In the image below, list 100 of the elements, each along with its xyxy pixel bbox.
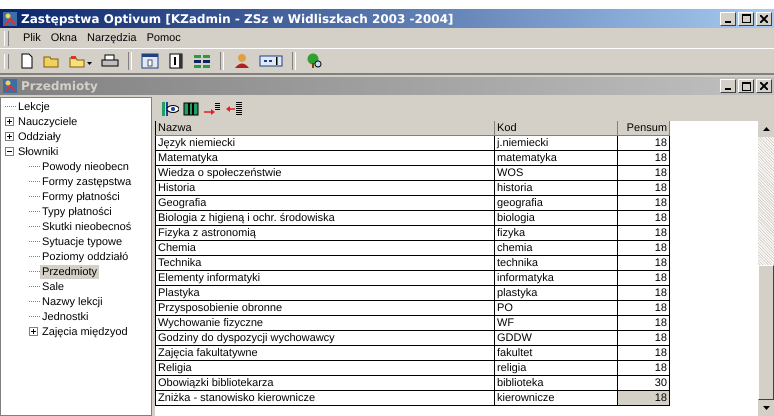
folder-caret-icon bbox=[69, 53, 93, 69]
table-cell: fizyka bbox=[495, 226, 618, 241]
menu-item[interactable]: Okna bbox=[50, 32, 78, 44]
window-title: Zastępstwa Optivum [KZadmin - ZSz w Widliszkach 2003 -2004] bbox=[21, 12, 454, 26]
table-cell: technika bbox=[495, 256, 618, 271]
table-cell: Elementy informatyki bbox=[155, 271, 495, 286]
table-cell: 18 bbox=[618, 316, 670, 331]
close-icon bbox=[760, 14, 768, 22]
table-cell: Godziny do dyspozycji wychowawcy bbox=[155, 331, 495, 346]
table-cell: kierownicze bbox=[495, 391, 618, 406]
table-cell: biblioteka bbox=[495, 376, 618, 391]
app-icon bbox=[2, 10, 18, 26]
table-cell: 18 bbox=[618, 391, 670, 406]
table-cell: 18 bbox=[618, 346, 670, 361]
table-cell: fakultet bbox=[495, 346, 618, 361]
table-cell: plastyka bbox=[495, 286, 618, 301]
table-cell: 18 bbox=[618, 286, 670, 301]
minimize-icon bbox=[725, 20, 731, 22]
table-cell: Przysposobienie obronne bbox=[155, 301, 495, 316]
tree-item[interactable]: Sytuacje typowe bbox=[40, 234, 124, 248]
table-cell: GDDW bbox=[495, 331, 618, 346]
table-cell: Matematyka bbox=[155, 151, 495, 166]
close-button[interactable] bbox=[756, 12, 772, 26]
text-field-icon bbox=[259, 53, 283, 69]
table-cell: Wychowanie fizyczne bbox=[155, 316, 495, 331]
table-cell: Geografia bbox=[155, 196, 495, 211]
tree-item[interactable]: Nazwy lekcji bbox=[40, 294, 105, 308]
tree-item[interactable]: Powody nieobecn bbox=[40, 160, 131, 174]
column-header[interactable]: Kod bbox=[495, 121, 618, 136]
tree-item[interactable]: Zajęcia międzyod bbox=[40, 324, 130, 338]
table-cell: biologia bbox=[495, 211, 618, 226]
table-cell: Historia bbox=[155, 181, 495, 196]
table-cell: PO bbox=[495, 301, 618, 316]
minimize-button[interactable] bbox=[720, 79, 736, 93]
page-icon bbox=[167, 53, 185, 69]
table-cell: Zniżka - stanowisko kierownicze bbox=[155, 391, 495, 406]
tree-item[interactable]: Formy płatności bbox=[40, 190, 122, 204]
move-right-icon[interactable] bbox=[203, 101, 221, 117]
tree-item[interactable]: Typy płatności bbox=[40, 204, 114, 218]
column-header[interactable]: Nazwa bbox=[155, 121, 495, 136]
table-cell: 18 bbox=[618, 331, 670, 346]
expander-icon[interactable] bbox=[5, 117, 16, 126]
expander-icon[interactable] bbox=[5, 132, 16, 141]
grid-view-button[interactable] bbox=[191, 52, 213, 70]
maximize-button[interactable] bbox=[738, 79, 754, 93]
table-cell: Religia bbox=[155, 361, 495, 376]
tree-item[interactable]: Słowniki bbox=[16, 144, 60, 158]
table-cell: 18 bbox=[618, 181, 670, 196]
maximize-icon bbox=[742, 14, 750, 23]
table-cell: matematyka bbox=[495, 151, 618, 166]
tree-item[interactable]: Nauczyciele bbox=[16, 114, 80, 128]
tree-item[interactable]: Jednostki bbox=[40, 310, 90, 324]
table-cell: 18 bbox=[618, 241, 670, 256]
table-cell: historia bbox=[495, 181, 618, 196]
tree-item[interactable]: Oddziały bbox=[16, 130, 63, 144]
table-cell: chemia bbox=[495, 241, 618, 256]
table-cell: j.niemiecki bbox=[495, 136, 618, 151]
columns-icon[interactable] bbox=[183, 101, 199, 117]
person-icon bbox=[233, 53, 251, 69]
maximize-button[interactable] bbox=[738, 12, 754, 26]
table-cell: 18 bbox=[618, 211, 670, 226]
table-cell: Chemia bbox=[155, 241, 495, 256]
child-window-title: Przedmioty bbox=[21, 79, 98, 93]
menu-item[interactable]: Plik bbox=[23, 32, 41, 44]
table-cell: Zajęcia fakultatywne bbox=[155, 346, 495, 361]
tree-item[interactable]: Skutki nieobecnoś bbox=[40, 220, 134, 234]
table-cell: 18 bbox=[618, 136, 670, 151]
minimize-button[interactable] bbox=[720, 12, 736, 26]
close-icon bbox=[760, 82, 768, 90]
window-view-button[interactable] bbox=[139, 52, 161, 70]
tree-item[interactable]: Lekcje bbox=[16, 100, 52, 114]
table-cell: Plastyka bbox=[155, 286, 495, 301]
table-cell: WOS bbox=[495, 166, 618, 181]
document-icon bbox=[19, 53, 35, 69]
close-button[interactable] bbox=[756, 79, 772, 93]
maximize-icon bbox=[742, 82, 750, 90]
expander-icon[interactable] bbox=[29, 327, 40, 336]
table-cell: geografia bbox=[495, 196, 618, 211]
tree-item[interactable]: Poziomy oddziałó bbox=[40, 250, 130, 264]
move-left-icon[interactable] bbox=[225, 101, 243, 117]
table-cell: Język niemiecki bbox=[155, 136, 495, 151]
up-arrow-icon[interactable] bbox=[762, 127, 770, 131]
table-cell: 18 bbox=[618, 226, 670, 241]
table-cell: 18 bbox=[618, 151, 670, 166]
expander-icon[interactable] bbox=[5, 147, 16, 156]
printer-icon bbox=[101, 53, 119, 69]
window-icon bbox=[141, 53, 159, 69]
column-header[interactable]: Pensum bbox=[618, 121, 670, 136]
vertical-scrollbar[interactable] bbox=[758, 121, 774, 416]
down-arrow-icon[interactable] bbox=[762, 406, 770, 410]
table-cell: 18 bbox=[618, 196, 670, 211]
table-cell: WF bbox=[495, 316, 618, 331]
table-cell: Wiedza o społeczeństwie bbox=[155, 166, 495, 181]
table-cell: religia bbox=[495, 361, 618, 376]
tree-item[interactable]: Sale bbox=[40, 280, 66, 294]
column-eye-icon[interactable] bbox=[161, 101, 179, 117]
tree-item[interactable]: Przedmioty bbox=[40, 264, 100, 278]
menu-item[interactable]: Pomoc bbox=[146, 32, 181, 44]
tree-item[interactable]: Formy zastępstwa bbox=[40, 174, 134, 188]
menu-item[interactable]: Narzędzia bbox=[87, 32, 137, 44]
